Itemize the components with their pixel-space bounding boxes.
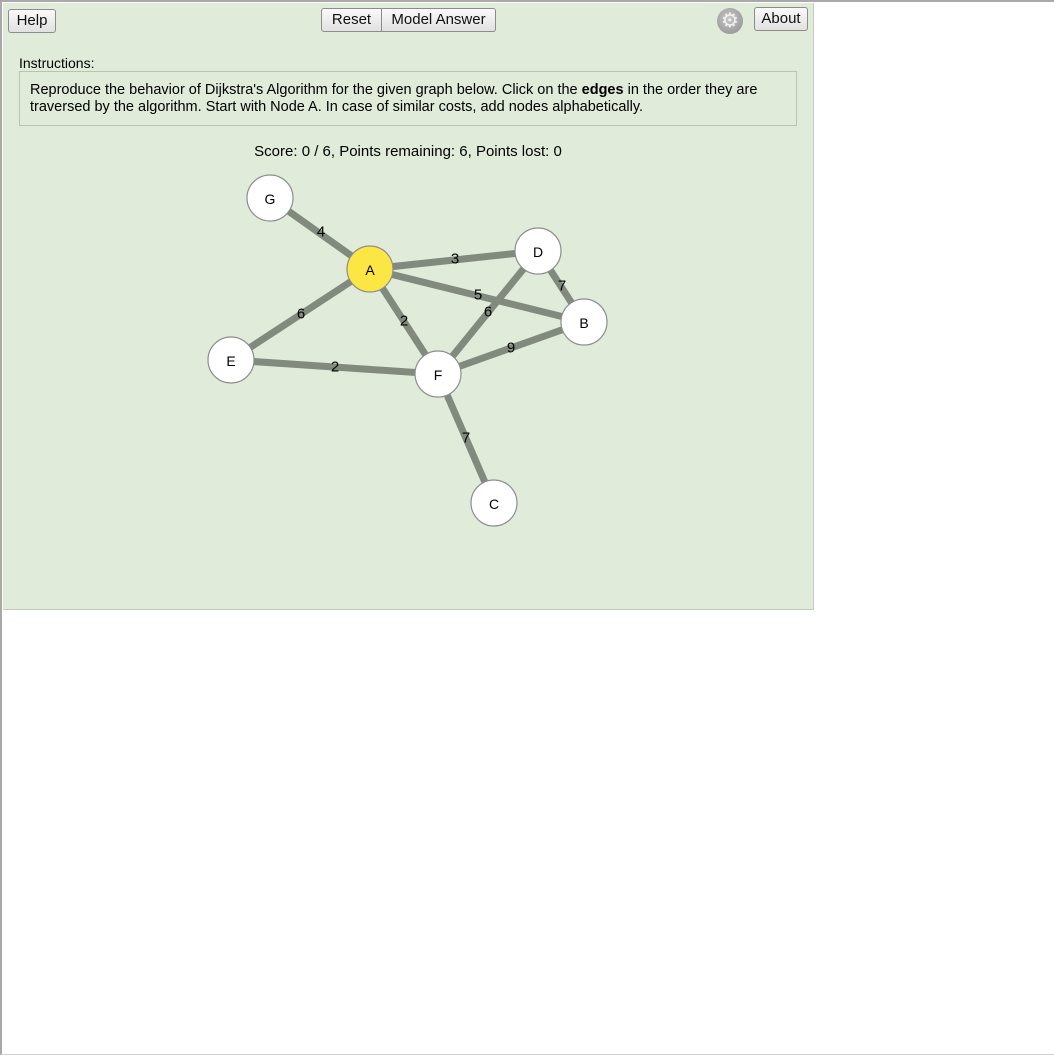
- edge-weight-d-b: 7: [558, 278, 566, 295]
- node-label: E: [226, 353, 235, 369]
- node-label: B: [579, 315, 588, 331]
- edge-weight-a-d: 3: [451, 251, 459, 268]
- edge-weight-f-c: 7: [462, 430, 470, 447]
- edge-weight-a-f: 2: [400, 313, 408, 330]
- exercise-panel: Help Reset Model Answer ⚙ About Instruct…: [3, 3, 814, 610]
- edge-weight-a-b: 5: [474, 287, 482, 304]
- edge-weight-a-g: 4: [317, 224, 325, 241]
- node-label: D: [533, 244, 543, 260]
- edge-weight-a-e: 6: [297, 306, 305, 323]
- node-label: C: [489, 496, 499, 512]
- edge-weight-b-f: 9: [507, 340, 515, 357]
- node-label: A: [365, 262, 375, 278]
- node-g: G: [246, 174, 294, 222]
- node-f: F: [414, 350, 462, 398]
- node-d: D: [514, 227, 562, 275]
- node-b: B: [560, 298, 608, 346]
- edge-weight-e-f: 2: [331, 359, 339, 376]
- edge-weight-d-f: 6: [484, 304, 492, 321]
- graph-canvas: 4356 276927 GADBEFC: [207, 174, 608, 527]
- node-a: A: [346, 245, 394, 293]
- node-e: E: [207, 336, 255, 384]
- node-label: F: [434, 367, 443, 383]
- node-c: C: [470, 479, 518, 527]
- nodes-layer: G A D B E F C: [207, 174, 608, 527]
- node-label: G: [265, 191, 276, 207]
